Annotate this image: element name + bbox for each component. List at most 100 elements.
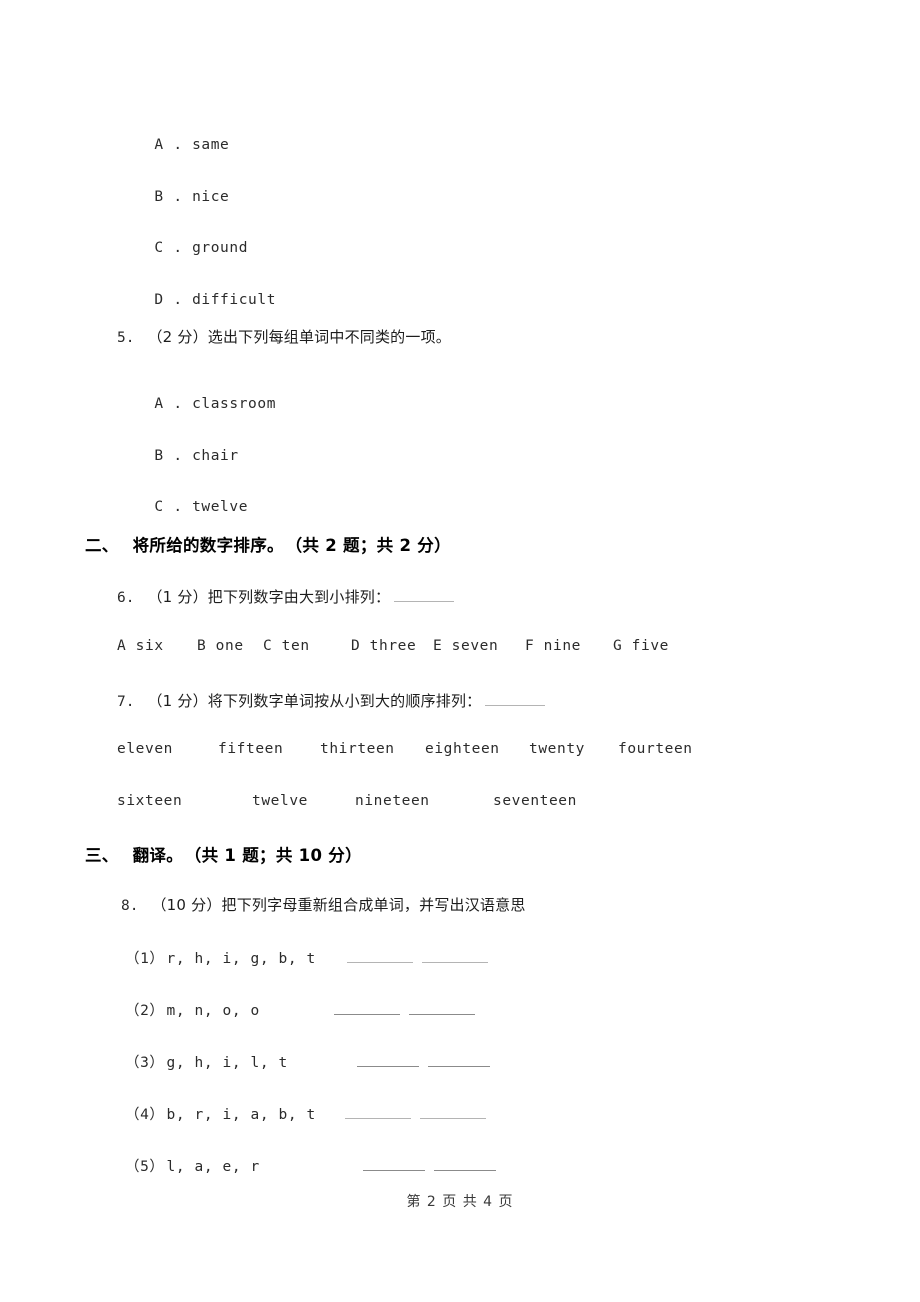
answer-blank[interactable] bbox=[394, 601, 455, 602]
sub-item-blanks bbox=[346, 951, 488, 967]
question-7-words-row-2: sixteen twelve nineteen seventeen bbox=[117, 793, 617, 809]
question-8: 8. （10 分）把下列字母重新组合成单词，并写出汉语意思 bbox=[121, 894, 526, 915]
option-letter: D bbox=[154, 292, 165, 308]
option-letter: C bbox=[154, 240, 165, 256]
section-title: 将所给的数字排序。 bbox=[132, 536, 284, 555]
sub-item: （3） g, h, i, l, t bbox=[125, 1051, 490, 1072]
option-separator: . bbox=[164, 396, 193, 412]
question-6-choices: A six B one C ten D three E seven F nine… bbox=[117, 638, 677, 654]
sub-item-letters: r, h, i, g, b, t bbox=[166, 951, 316, 967]
option-row: D . difficult bbox=[117, 276, 276, 324]
option-separator: . bbox=[164, 448, 193, 464]
option-letter: C bbox=[154, 499, 165, 515]
page-footer: 第 2 页 共 4 页 bbox=[406, 1194, 514, 1210]
sub-item-label: （3） bbox=[125, 1055, 165, 1071]
option-text: difficult bbox=[192, 292, 277, 308]
choice-item: C ten bbox=[263, 638, 310, 654]
word-item: seventeen bbox=[493, 793, 577, 809]
sub-item-label: （4） bbox=[125, 1107, 165, 1123]
choice-item: A six bbox=[117, 638, 164, 654]
option-row: C . ground bbox=[117, 224, 248, 272]
choice-item: F nine bbox=[525, 638, 581, 654]
sub-item-blanks bbox=[333, 1003, 475, 1019]
option-separator: . bbox=[164, 292, 193, 308]
exam-page: A . same B . nice C . ground D . difficu… bbox=[0, 0, 920, 1302]
question-number: 6. bbox=[117, 590, 135, 606]
option-row: A . classroom bbox=[117, 380, 276, 428]
sub-item: （5） l, a, e, r bbox=[125, 1155, 496, 1176]
option-letter: A bbox=[154, 137, 165, 153]
option-text: classroom bbox=[192, 396, 277, 412]
option-text: twelve bbox=[192, 499, 249, 515]
answer-blank[interactable] bbox=[346, 962, 413, 963]
option-text: nice bbox=[192, 189, 230, 205]
option-row: B . nice bbox=[117, 173, 229, 221]
choice-item: E seven bbox=[433, 638, 499, 654]
sub-item-label: （1） bbox=[125, 951, 165, 967]
sub-item-letters: g, h, i, l, t bbox=[166, 1055, 288, 1071]
question-stem: （10 分）把下列字母重新组合成单词，并写出汉语意思 bbox=[151, 896, 526, 914]
answer-blank[interactable] bbox=[362, 1170, 425, 1171]
question-number: 8. bbox=[121, 898, 139, 914]
option-row: A . same bbox=[117, 121, 229, 169]
option-separator: . bbox=[164, 137, 193, 153]
sub-item: （1） r, h, i, g, b, t bbox=[125, 947, 488, 968]
answer-blank[interactable] bbox=[344, 1118, 411, 1119]
section-index: 三、 bbox=[85, 846, 119, 865]
option-separator: . bbox=[164, 240, 193, 256]
answer-blank[interactable] bbox=[433, 1170, 496, 1171]
word-item: nineteen bbox=[355, 793, 430, 809]
question-number: 5. bbox=[117, 330, 135, 346]
answer-blank[interactable] bbox=[485, 705, 546, 706]
section-title: 翻译。 bbox=[132, 846, 184, 865]
sub-item-label: （5） bbox=[125, 1159, 165, 1175]
question-6: 6. （1 分）把下列数字由大到小排列： bbox=[117, 586, 455, 607]
option-row: C . twelve bbox=[117, 483, 248, 531]
word-item: fourteen bbox=[618, 741, 693, 757]
option-row: B . chair bbox=[117, 432, 239, 480]
question-7-words-row-1: eleven fifteen thirteen eighteen twenty … bbox=[117, 741, 697, 757]
word-item: sixteen bbox=[117, 793, 183, 809]
word-item: fifteen bbox=[218, 741, 284, 757]
option-letter: A bbox=[154, 396, 165, 412]
option-separator: . bbox=[164, 189, 193, 205]
answer-blank[interactable] bbox=[333, 1014, 400, 1015]
answer-blank[interactable] bbox=[421, 962, 488, 963]
sub-item-label: （2） bbox=[125, 1003, 165, 1019]
option-text: chair bbox=[192, 448, 239, 464]
answer-blank[interactable] bbox=[408, 1014, 475, 1015]
option-separator: . bbox=[164, 499, 193, 515]
sub-item-blanks bbox=[344, 1107, 486, 1123]
word-item: eighteen bbox=[425, 741, 500, 757]
option-text: ground bbox=[192, 240, 249, 256]
question-7: 7. （1 分）将下列数字单词按从小到大的顺序排列： bbox=[117, 690, 546, 711]
question-stem: （2 分）选出下列每组单词中不同类的一项。 bbox=[147, 328, 451, 346]
sub-item-letters: b, r, i, a, b, t bbox=[166, 1107, 316, 1123]
section-meta: （共 2 题；共 2 分） bbox=[293, 536, 451, 555]
answer-blank[interactable] bbox=[419, 1118, 486, 1119]
option-letter: B bbox=[154, 448, 165, 464]
word-item: thirteen bbox=[320, 741, 395, 757]
question-stem: （1 分）把下列数字由大到小排列： bbox=[147, 588, 391, 606]
question-stem: （1 分）将下列数字单词按从小到大的顺序排列： bbox=[147, 692, 482, 710]
word-item: twenty bbox=[529, 741, 585, 757]
answer-blank[interactable] bbox=[427, 1066, 490, 1067]
choice-item: D three bbox=[351, 638, 417, 654]
question-number: 7. bbox=[117, 694, 135, 710]
sub-item: （4） b, r, i, a, b, t bbox=[125, 1103, 486, 1124]
question-5: 5. （2 分）选出下列每组单词中不同类的一项。 bbox=[117, 326, 451, 347]
choice-item: G five bbox=[613, 638, 669, 654]
sub-item-blanks bbox=[356, 1055, 490, 1071]
sub-item-letters: m, n, o, o bbox=[166, 1003, 260, 1019]
sub-item: （2） m, n, o, o bbox=[125, 999, 475, 1020]
choice-item: B one bbox=[197, 638, 244, 654]
section-meta: （共 1 题；共 10 分） bbox=[193, 846, 362, 865]
sub-item-blanks bbox=[362, 1159, 496, 1175]
answer-blank[interactable] bbox=[356, 1066, 419, 1067]
section-heading-3: 三、 翻译。 （共 1 题；共 10 分） bbox=[85, 842, 362, 866]
section-index: 二、 bbox=[85, 536, 119, 555]
word-item: twelve bbox=[252, 793, 308, 809]
option-letter: B bbox=[154, 189, 165, 205]
word-item: eleven bbox=[117, 741, 173, 757]
option-text: same bbox=[192, 137, 230, 153]
